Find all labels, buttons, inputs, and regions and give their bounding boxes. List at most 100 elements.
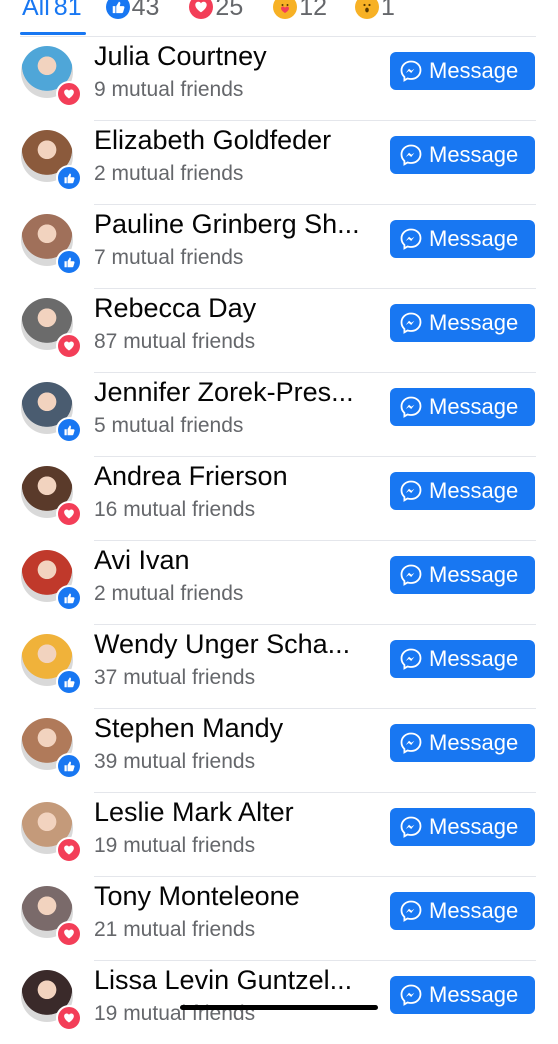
like-icon bbox=[56, 669, 82, 695]
avatar[interactable] bbox=[21, 718, 82, 779]
like-icon bbox=[56, 165, 82, 191]
message-button[interactable]: Message bbox=[390, 472, 535, 510]
tab-wow[interactable]: 1 bbox=[355, 0, 395, 21]
person-name[interactable]: Jennifer Zorek-Pres... bbox=[94, 377, 354, 408]
messenger-icon bbox=[399, 311, 423, 335]
messenger-icon bbox=[399, 227, 423, 251]
avatar[interactable] bbox=[21, 466, 82, 527]
message-button-label: Message bbox=[429, 226, 519, 251]
row-divider bbox=[94, 792, 536, 793]
row-divider bbox=[94, 372, 536, 373]
message-button[interactable]: Message bbox=[390, 220, 535, 258]
tab-wow-count: 1 bbox=[381, 0, 395, 21]
person-name[interactable]: Leslie Mark Alter bbox=[94, 797, 294, 828]
row-divider bbox=[94, 708, 536, 709]
list-item[interactable]: Stephen Mandy 39 mutual friends Message bbox=[0, 708, 558, 792]
person-name[interactable]: Pauline Grinberg Sh... bbox=[94, 209, 360, 240]
message-button[interactable]: Message bbox=[390, 724, 535, 762]
person-name[interactable]: Stephen Mandy bbox=[94, 713, 283, 744]
tab-all[interactable]: All 81 bbox=[22, 0, 82, 21]
message-button[interactable]: Message bbox=[390, 388, 535, 426]
person-name[interactable]: Tony Monteleone bbox=[94, 881, 300, 912]
message-button-label: Message bbox=[429, 646, 519, 671]
list-item[interactable]: Leslie Mark Alter 19 mutual friends Messag… bbox=[0, 792, 558, 876]
like-icon bbox=[56, 585, 82, 611]
row-divider bbox=[94, 540, 536, 541]
mutual-friends: 9 mutual friends bbox=[94, 78, 244, 101]
messenger-icon bbox=[399, 815, 423, 839]
message-button[interactable]: Message bbox=[390, 892, 535, 930]
love-icon bbox=[189, 0, 214, 19]
person-name[interactable]: Andrea Frierson bbox=[94, 461, 288, 492]
message-button-label: Message bbox=[429, 562, 519, 587]
list-item[interactable]: Avi Ivan 2 mutual friends Message bbox=[0, 540, 558, 624]
love-icon bbox=[56, 837, 82, 863]
wow-icon bbox=[355, 0, 380, 19]
messenger-icon bbox=[399, 731, 423, 755]
list-item[interactable]: Wendy Unger Scha... 37 mutual friends Mess… bbox=[0, 624, 558, 708]
message-button[interactable]: Message bbox=[390, 304, 535, 342]
list-item[interactable]: Rebecca Day 87 mutual friends Message bbox=[0, 288, 558, 372]
list-item[interactable]: Elizabeth Goldfeder 2 mutual friends Messa… bbox=[0, 120, 558, 204]
list-item[interactable]: Julia Courtney 9 mutual friends Message bbox=[0, 36, 558, 120]
mutual-friends: 16 mutual friends bbox=[94, 498, 256, 521]
tab-love[interactable]: 25 bbox=[189, 0, 243, 21]
message-button-label: Message bbox=[429, 730, 519, 755]
person-name[interactable]: Wendy Unger Scha... bbox=[94, 629, 350, 660]
like-icon bbox=[56, 417, 82, 443]
mutual-friends: 7 mutual friends bbox=[94, 246, 244, 269]
message-button-label: Message bbox=[429, 982, 519, 1007]
love-icon bbox=[56, 921, 82, 947]
mutual-friends: 19 mutual friends bbox=[94, 834, 256, 857]
message-button[interactable]: Message bbox=[390, 808, 535, 846]
person-name[interactable]: Rebecca Day bbox=[94, 293, 256, 324]
tab-like[interactable]: 43 bbox=[105, 0, 159, 21]
message-button[interactable]: Message bbox=[390, 136, 535, 174]
avatar[interactable] bbox=[21, 382, 82, 443]
like-icon bbox=[56, 249, 82, 275]
love-icon bbox=[56, 81, 82, 107]
avatar[interactable] bbox=[21, 634, 82, 695]
list-item[interactable]: Jennifer Zorek-Pres... 5 mutual friends Me… bbox=[0, 372, 558, 456]
messenger-icon bbox=[399, 647, 423, 671]
messenger-icon bbox=[399, 395, 423, 419]
person-name[interactable]: Elizabeth Goldfeder bbox=[94, 125, 331, 156]
avatar[interactable] bbox=[21, 130, 82, 191]
avatar[interactable] bbox=[21, 550, 82, 611]
avatar[interactable] bbox=[21, 802, 82, 863]
avatar[interactable] bbox=[21, 214, 82, 275]
list-item[interactable]: Lissa Levin Guntzel... 19 mutual friends M… bbox=[0, 960, 558, 1044]
message-button[interactable]: Message bbox=[390, 52, 535, 90]
person-name[interactable]: Avi Ivan bbox=[94, 545, 190, 576]
avatar[interactable] bbox=[21, 298, 82, 359]
person-name[interactable]: Julia Courtney bbox=[94, 41, 267, 72]
like-icon bbox=[105, 0, 130, 19]
mutual-friends: 39 mutual friends bbox=[94, 750, 256, 773]
messenger-icon bbox=[399, 563, 423, 587]
reaction-tabs: All 81 43 25 12 1 bbox=[0, 0, 558, 36]
tab-like-count: 43 bbox=[131, 0, 160, 21]
love-icon bbox=[56, 333, 82, 359]
message-button[interactable]: Message bbox=[390, 976, 535, 1014]
list-item[interactable]: Tony Monteleone 21 mutual friends Message bbox=[0, 876, 558, 960]
message-button[interactable]: Message bbox=[390, 640, 535, 678]
message-button[interactable]: Message bbox=[390, 556, 535, 594]
row-divider bbox=[94, 288, 536, 289]
avatar[interactable] bbox=[21, 46, 82, 107]
row-divider bbox=[20, 36, 536, 37]
avatar[interactable] bbox=[21, 886, 82, 947]
tab-care[interactable]: 12 bbox=[273, 0, 327, 21]
person-name[interactable]: Lissa Levin Guntzel... bbox=[94, 965, 352, 996]
message-button-label: Message bbox=[429, 898, 519, 923]
care-icon bbox=[273, 0, 298, 19]
row-divider bbox=[94, 960, 536, 961]
message-button-label: Message bbox=[429, 58, 519, 83]
mutual-friends: 2 mutual friends bbox=[94, 162, 244, 185]
avatar[interactable] bbox=[21, 970, 82, 1031]
list-item[interactable]: Pauline Grinberg Sh... 7 mutual friends Me… bbox=[0, 204, 558, 288]
list-item[interactable]: Andrea Frierson 16 mutual friends Message bbox=[0, 456, 558, 540]
messenger-icon bbox=[399, 899, 423, 923]
row-divider bbox=[94, 876, 536, 877]
home-indicator[interactable] bbox=[180, 1005, 378, 1010]
tab-love-count: 25 bbox=[215, 0, 244, 21]
